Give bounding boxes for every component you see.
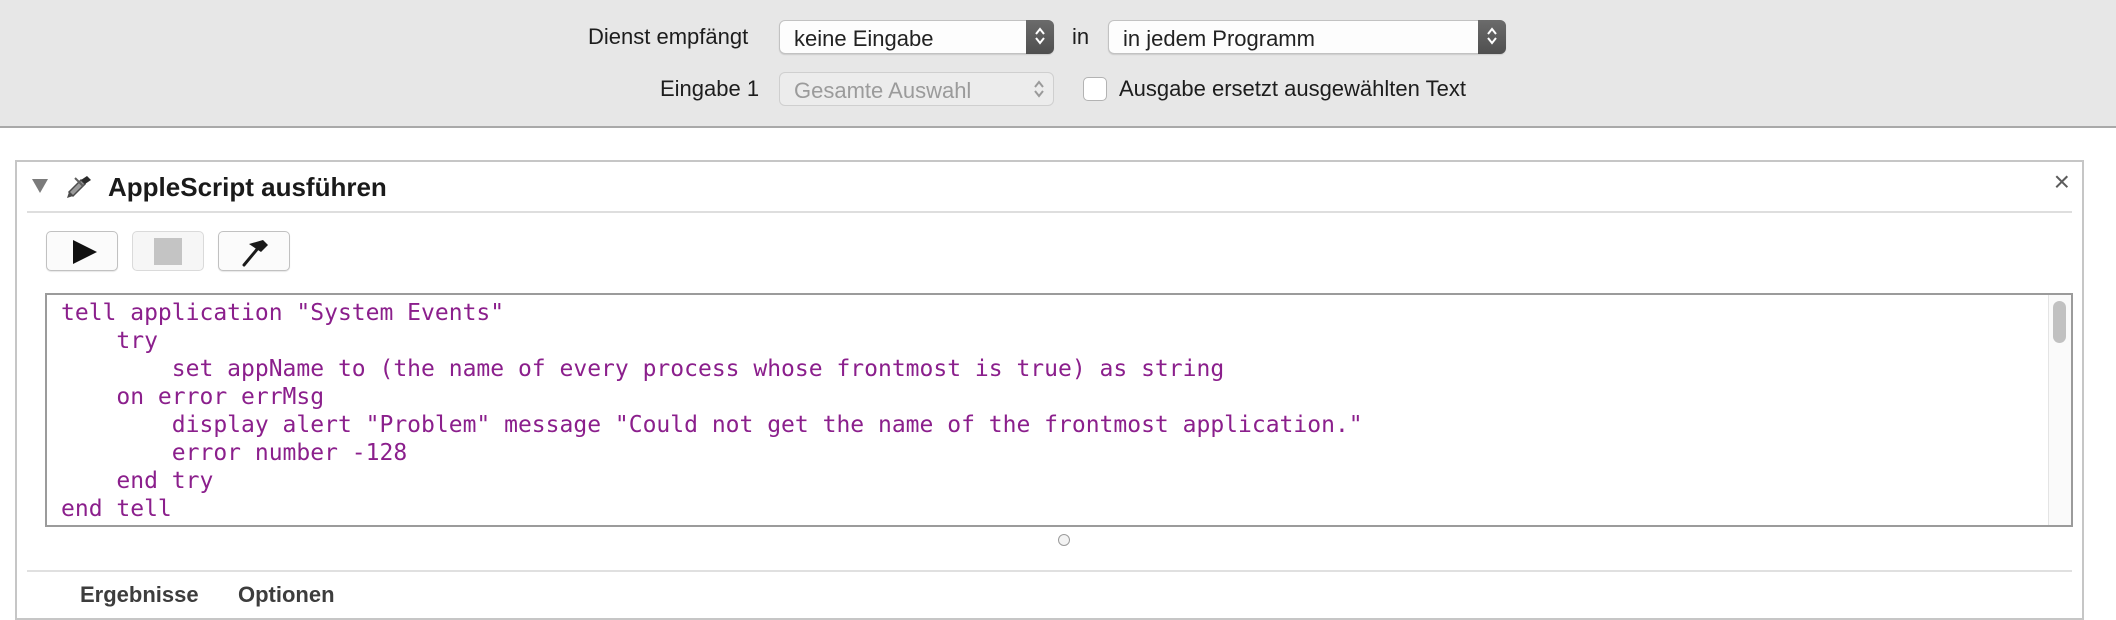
script-editor[interactable]: tell application "System Events" try set… (45, 293, 2073, 527)
disclosure-triangle-icon[interactable] (31, 178, 49, 199)
run-button[interactable] (46, 231, 118, 271)
input-select[interactable]: Gesamte Auswahl (779, 72, 1054, 106)
stop-button[interactable] (132, 231, 204, 271)
applescript-icon (63, 172, 95, 209)
code-line: on error errMsg (61, 384, 325, 410)
tab-results[interactable]: Ergebnisse (80, 582, 199, 608)
input-select-value: Gesamte Auswahl (794, 78, 972, 103)
service-receives-label: Dienst empfängt (588, 24, 749, 49)
input-label: Eingabe 1 (660, 76, 760, 101)
service-config-bar: Dienst empfängt keine Eingabe in in jede… (0, 0, 2116, 128)
program-select[interactable]: in jedem Programm (1108, 20, 1506, 54)
program-select-value: in jedem Programm (1123, 26, 1315, 51)
code-line: display alert "Problem" message "Could n… (61, 412, 1363, 438)
close-icon[interactable]: × (2054, 168, 2070, 196)
code-line: set appName to (the name of every proces… (61, 356, 1225, 382)
code-line: end try (61, 468, 214, 494)
script-code: tell application "System Events" try set… (61, 299, 1363, 523)
tab-options[interactable]: Optionen (238, 582, 335, 608)
vertical-scrollbar[interactable] (2048, 295, 2071, 525)
select-stepper-icon (1478, 20, 1506, 54)
divider (27, 570, 2072, 572)
select-stepper-icon (1025, 73, 1053, 105)
receives-select-value: keine Eingabe (794, 26, 934, 51)
select-stepper-icon (1026, 20, 1054, 54)
code-line: end tell (61, 496, 172, 522)
compile-button[interactable] (218, 231, 290, 271)
replace-selected-text-label: Ausgabe ersetzt ausgewählten Text (1119, 76, 1466, 101)
action-title: AppleScript ausführen (108, 172, 387, 202)
editor-resize-handle[interactable] (1058, 534, 1070, 546)
receives-select[interactable]: keine Eingabe (779, 20, 1054, 54)
divider (27, 211, 2072, 213)
code-line: try (61, 328, 158, 354)
code-line: tell application "System Events" (61, 300, 505, 326)
applescript-action-panel: AppleScript ausführen × tell application… (15, 160, 2084, 620)
scrollbar-thumb[interactable] (2053, 301, 2066, 343)
replace-selected-text-checkbox[interactable] (1083, 77, 1107, 101)
code-line: error number -128 (61, 440, 408, 466)
in-label: in (1072, 24, 1090, 49)
